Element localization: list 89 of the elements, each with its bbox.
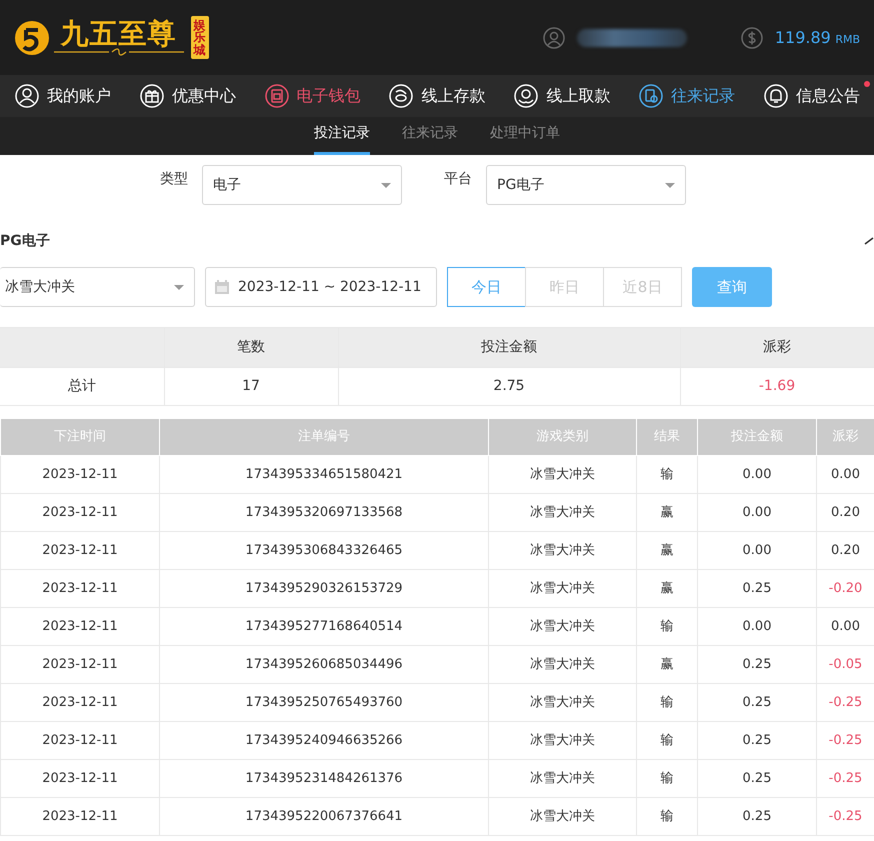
table-cell: 2023-12-11 bbox=[0, 570, 160, 608]
table-cell: 冰雪大冲关 bbox=[488, 532, 636, 570]
date-range-field[interactable]: 2023-12-11 ~ 2023-12-11 bbox=[205, 267, 437, 307]
table-cell: 2023-12-11 bbox=[0, 608, 160, 646]
table-cell: 冰雪大冲关 bbox=[488, 798, 636, 836]
table-cell: 1734395306843326465 bbox=[160, 532, 488, 570]
table-cell: 2023-12-11 bbox=[0, 722, 160, 760]
table-cell: 2023-12-11 bbox=[0, 646, 160, 684]
table-cell: 0.25 bbox=[698, 760, 816, 798]
collapse-icon[interactable] bbox=[864, 237, 874, 245]
column-header: 笔数 bbox=[164, 328, 338, 368]
document-icon bbox=[638, 83, 664, 109]
table-cell: 0.25 bbox=[698, 722, 816, 760]
nav-link[interactable]: 往来记录 bbox=[638, 83, 736, 109]
gift-icon bbox=[138, 83, 165, 109]
table-cell: 1734395334651580421 bbox=[160, 456, 488, 494]
filter-label: 类型 bbox=[160, 170, 188, 188]
table-cell: 2023-12-11 bbox=[0, 684, 160, 722]
table-cell: 输 bbox=[636, 456, 698, 494]
logo-badge: 娱乐城 bbox=[190, 16, 208, 60]
table-cell: 输 bbox=[636, 722, 698, 760]
table-cell: 冰雪大冲关 bbox=[488, 722, 636, 760]
table-cell: 冰雪大冲关 bbox=[488, 494, 636, 532]
ornament-icon bbox=[54, 48, 184, 56]
table-cell: 2.75 bbox=[338, 368, 680, 406]
column-header: 派彩 bbox=[680, 328, 874, 368]
table-cell: 0.25 bbox=[698, 570, 816, 608]
table-cell: 2023-12-11 bbox=[0, 532, 160, 570]
logo-icon bbox=[14, 20, 50, 56]
column-header: 投注金额 bbox=[338, 328, 680, 368]
table-cell: 0.25 bbox=[698, 646, 816, 684]
table-cell: 赢 bbox=[636, 570, 698, 608]
table-cell: 赢 bbox=[636, 494, 698, 532]
currency-label: RMB bbox=[835, 32, 860, 46]
filter-select[interactable]: 电子 bbox=[202, 165, 402, 205]
filter-label: 平台 bbox=[444, 170, 472, 188]
table-cell: 17 bbox=[164, 368, 338, 406]
table-cell: 输 bbox=[636, 798, 698, 836]
table-cell: 0.00 bbox=[698, 608, 816, 646]
table-cell: 0.00 bbox=[698, 494, 816, 532]
table-cell: 1734395277168640514 bbox=[160, 608, 488, 646]
table-cell: 2023-12-11 bbox=[0, 456, 160, 494]
nav-link[interactable]: 线上取款 bbox=[513, 83, 610, 109]
table-cell: 输 bbox=[636, 608, 698, 646]
table-cell: 2023-12-11 bbox=[0, 760, 160, 798]
nav-link[interactable]: 线上存款 bbox=[388, 83, 486, 109]
nav-link[interactable]: 我的账户 bbox=[14, 83, 111, 109]
table-cell: 冰雪大冲关 bbox=[488, 684, 636, 722]
table-cell: 1734395260685034496 bbox=[160, 646, 488, 684]
table-cell: 1734395250765493760 bbox=[160, 684, 488, 722]
table-cell: 2023-12-11 bbox=[0, 798, 160, 836]
table-cell: 冰雪大冲关 bbox=[488, 608, 636, 646]
sub-tab[interactable]: 处理中订单 bbox=[490, 114, 560, 155]
table-cell: 1734395240946635266 bbox=[160, 722, 488, 760]
table-cell: 2023-12-11 bbox=[0, 494, 160, 532]
table-cell: 总计 bbox=[0, 368, 164, 406]
game-select[interactable]: 冰雪大冲关 bbox=[0, 267, 195, 307]
table-cell: 0.00 bbox=[698, 456, 816, 494]
table-cell: 冰雪大冲关 bbox=[488, 646, 636, 684]
table-cell: 1734395231484261376 bbox=[160, 760, 488, 798]
table-cell: 1734395220067376641 bbox=[160, 798, 488, 836]
balance-amount: 119.89 bbox=[774, 28, 831, 46]
bell-icon bbox=[762, 83, 789, 109]
user-icon bbox=[14, 83, 40, 109]
nav-link[interactable]: 优惠中心 bbox=[138, 83, 236, 109]
table-cell: 0.00 bbox=[698, 532, 816, 570]
table-cell: 冰雪大冲关 bbox=[488, 570, 636, 608]
coin-icon bbox=[740, 26, 763, 48]
nav-link[interactable]: 信息公告 bbox=[762, 83, 860, 109]
table-cell: 0.25 bbox=[698, 684, 816, 722]
calendar-icon bbox=[214, 279, 230, 295]
section-title: PG电子 bbox=[0, 232, 50, 250]
table-cell: 1734395290326153729 bbox=[160, 570, 488, 608]
table-cell: 输 bbox=[636, 760, 698, 798]
filter-select[interactable]: PG电子 bbox=[486, 165, 686, 205]
table-cell: 冰雪大冲关 bbox=[488, 456, 636, 494]
table-cell: 冰雪大冲关 bbox=[488, 760, 636, 798]
sub-tab[interactable]: 投注记录 bbox=[314, 114, 370, 155]
user-icon bbox=[542, 26, 565, 48]
logo-title: 九五至尊 bbox=[60, 20, 176, 48]
wallet-icon bbox=[264, 83, 290, 109]
table-cell: 1734395320697133568 bbox=[160, 494, 488, 532]
unread-dot bbox=[864, 81, 870, 87]
table-cell: 输 bbox=[636, 684, 698, 722]
sub-tab[interactable]: 往来记录 bbox=[402, 114, 458, 155]
table-cell: 0.25 bbox=[698, 798, 816, 836]
nav-link[interactable]: 电子钱包 bbox=[264, 83, 361, 109]
table-cell: 赢 bbox=[636, 532, 698, 570]
table-cell: 赢 bbox=[636, 646, 698, 684]
